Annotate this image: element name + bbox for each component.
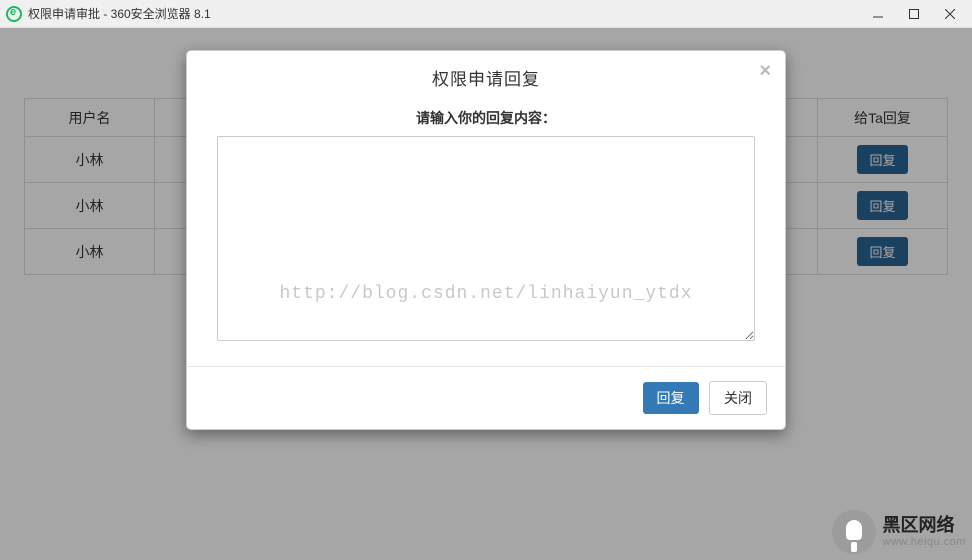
- window-title: 权限申请审批 - 360安全浏览器 8.1: [28, 5, 211, 22]
- modal-cancel-button[interactable]: 关闭: [709, 381, 767, 415]
- modal-close-icon[interactable]: ×: [759, 61, 771, 81]
- brand-url: www.heiqu.com: [882, 536, 966, 548]
- title-bar-left: 权限申请审批 - 360安全浏览器 8.1: [6, 5, 211, 22]
- reply-modal: 权限申请回复 × 请输入你的回复内容： 回复 关闭: [186, 50, 786, 430]
- brand-name-cn: 黑区网络: [882, 516, 966, 536]
- browser-title-bar: 权限申请审批 - 360安全浏览器 8.1: [0, 0, 972, 28]
- browser-icon: [6, 6, 22, 22]
- brand-icon: [832, 510, 876, 554]
- modal-submit-button[interactable]: 回复: [643, 382, 699, 414]
- close-button[interactable]: [932, 3, 968, 25]
- minimize-button[interactable]: [860, 3, 896, 25]
- maximize-button[interactable]: [896, 3, 932, 25]
- modal-header: 权限申请回复 ×: [187, 51, 785, 100]
- brand-logo: 黑区网络 www.heiqu.com: [832, 510, 966, 554]
- modal-footer: 回复 关闭: [187, 366, 785, 429]
- reply-textarea[interactable]: [217, 136, 755, 341]
- brand-text: 黑区网络 www.heiqu.com: [882, 516, 966, 548]
- window-controls: [860, 3, 968, 25]
- modal-prompt-label: 请输入你的回复内容：: [217, 108, 755, 128]
- modal-body: 请输入你的回复内容：: [187, 100, 785, 366]
- modal-title: 权限申请回复: [432, 70, 540, 89]
